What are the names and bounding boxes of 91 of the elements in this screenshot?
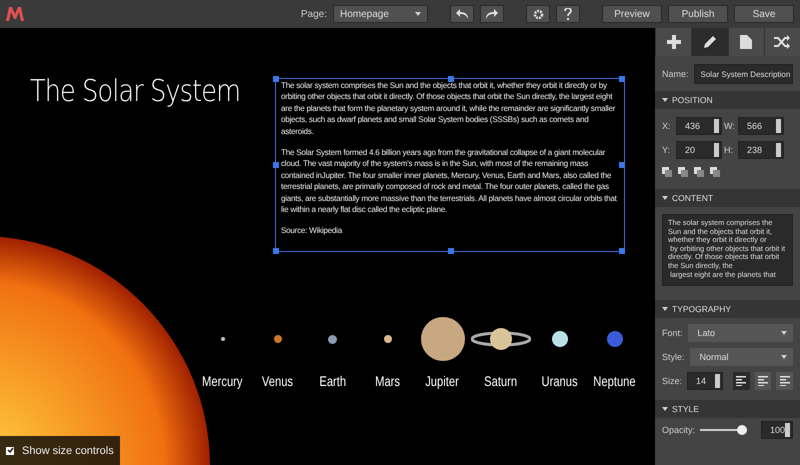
section-header[interactable]: TYPOGRAPHY bbox=[655, 300, 800, 318]
align-button[interactable] bbox=[776, 372, 793, 390]
resize-handle[interactable] bbox=[619, 162, 625, 168]
field-label: Y: bbox=[662, 145, 672, 155]
size-label: Size: bbox=[662, 376, 682, 386]
sidebar-tab[interactable] bbox=[691, 28, 728, 56]
resize-handle[interactable] bbox=[273, 248, 279, 254]
toolbar-button[interactable]: Save bbox=[734, 5, 794, 23]
settings-icon bbox=[532, 8, 544, 20]
planet-label: Jupiter bbox=[426, 373, 460, 389]
pencil-icon bbox=[702, 35, 717, 49]
shuffle-icon bbox=[774, 35, 790, 49]
resize-handle[interactable] bbox=[619, 248, 625, 254]
undo-button[interactable] bbox=[450, 5, 474, 23]
text-block[interactable] bbox=[275, 78, 625, 252]
planet-drawing bbox=[274, 335, 282, 343]
field-label: X: bbox=[662, 121, 672, 131]
slider-thumb[interactable] bbox=[737, 425, 747, 435]
align-button[interactable] bbox=[733, 372, 750, 390]
spinner-icon bbox=[715, 374, 720, 388]
align-right-icon bbox=[780, 376, 790, 386]
number-field[interactable]: 20 bbox=[676, 141, 722, 159]
resize-handle[interactable] bbox=[273, 162, 279, 168]
help-button[interactable] bbox=[556, 5, 580, 23]
section-header[interactable]: CONTENT bbox=[655, 189, 800, 207]
planet-label: Mercury bbox=[202, 373, 243, 389]
planet-drawing bbox=[552, 331, 568, 347]
planet-label: Venus bbox=[262, 373, 294, 389]
style-dropdown[interactable]: Normal bbox=[690, 348, 793, 366]
page-dropdown[interactable]: Homepage bbox=[333, 5, 428, 23]
number-field[interactable]: 566 bbox=[738, 117, 784, 135]
align-left-icon bbox=[736, 376, 746, 386]
caret-icon bbox=[781, 331, 787, 335]
sidebar-tab[interactable] bbox=[728, 28, 764, 56]
sidebar-tab[interactable] bbox=[764, 28, 800, 56]
undo-icon bbox=[456, 9, 468, 19]
section-header[interactable]: POSITION bbox=[655, 91, 800, 109]
field-label: H: bbox=[724, 145, 734, 155]
planet-drawing bbox=[606, 331, 622, 347]
checkbox-label: Show size controls bbox=[22, 444, 114, 456]
align-center-icon bbox=[758, 376, 768, 386]
spinner-icon bbox=[776, 119, 781, 133]
settings-button[interactable] bbox=[526, 5, 550, 23]
redo-button[interactable] bbox=[480, 5, 504, 23]
caret-icon bbox=[781, 355, 787, 359]
resize-handle[interactable] bbox=[273, 76, 279, 82]
section-header[interactable]: STYLE bbox=[655, 400, 800, 418]
resize-handle[interactable] bbox=[619, 76, 625, 82]
name-field[interactable]: Solar System Description bbox=[694, 64, 793, 84]
field-label: W: bbox=[724, 121, 736, 131]
caret-icon bbox=[415, 12, 421, 16]
planet-drawing bbox=[328, 334, 337, 344]
align-button[interactable] bbox=[754, 372, 772, 390]
planet-drawing bbox=[220, 337, 224, 341]
planet-drawing bbox=[384, 335, 392, 343]
planet-drawing bbox=[420, 317, 464, 361]
paragraph: The Solar System formed 4.6 billion years ago from the gravitational collapse of a giant molecular cloud. The vast majority of the system's mass is in the Sun, with most of the remaining mass contained inJupiter. The four smaller inner planets, Mercury, Venus, Earth and Mars, also called the terrestrial planets, are primarily composed of rock and metal. The four outer planets, called the gas giants, are substantially more massive than the terrestrials. All planets have almost circular orbits that lie within a nearly flat disc called the ecliptic plane. bbox=[281, 147, 618, 216]
planet-label: Neptune bbox=[593, 373, 636, 389]
spinner-icon bbox=[714, 143, 719, 157]
style-label: Style: bbox=[662, 352, 685, 362]
opacity-label: Opacity: bbox=[662, 425, 696, 435]
spinner-icon bbox=[714, 119, 719, 133]
sidebar-tab[interactable] bbox=[655, 28, 692, 56]
name-label: Name: bbox=[662, 69, 689, 79]
paragraph: Source: Wikipedia bbox=[281, 225, 344, 237]
checkbox[interactable] bbox=[6, 446, 14, 454]
opacity-field[interactable]: 100 bbox=[761, 421, 793, 439]
paragraph: The solar system comprises the Sun and the objects that orbit it, whether they orbit it directly or by orbiting other objects that orbit it directly. Of those objects that orbit the Sun directly, the largest eight are the planets that form the planetary system around it, while the remainder are significantly smaller objects, such as dwarf planets and small Solar System bodies (SSSBs) such as comets and asteroids. bbox=[281, 80, 616, 138]
toolbar-button[interactable]: Publish bbox=[668, 5, 728, 23]
spinner-icon bbox=[785, 423, 790, 437]
plus-icon bbox=[666, 35, 681, 49]
page-title: The Solar System bbox=[30, 74, 240, 109]
planet-drawing bbox=[471, 326, 531, 352]
page-label: Page: bbox=[300, 8, 327, 20]
planet-label: Earth bbox=[319, 373, 346, 389]
toolbar-button[interactable]: Preview bbox=[602, 5, 662, 23]
document-icon bbox=[740, 35, 752, 49]
logo-icon bbox=[6, 7, 24, 21]
planet-label: Saturn bbox=[484, 373, 518, 389]
resize-handle[interactable] bbox=[448, 76, 454, 82]
resize-handle[interactable] bbox=[448, 248, 454, 254]
planet-label: Uranus bbox=[541, 373, 578, 389]
number-field[interactable]: 436 bbox=[676, 117, 722, 135]
help-icon bbox=[564, 8, 572, 20]
number-field[interactable]: 238 bbox=[738, 141, 784, 159]
size-field[interactable]: 14 bbox=[687, 372, 724, 390]
font-dropdown[interactable]: Lato bbox=[688, 324, 793, 342]
redo-icon bbox=[486, 9, 498, 19]
font-label: Font: bbox=[662, 328, 683, 338]
spinner-icon bbox=[776, 143, 781, 157]
planet-label: Mars bbox=[375, 373, 400, 389]
